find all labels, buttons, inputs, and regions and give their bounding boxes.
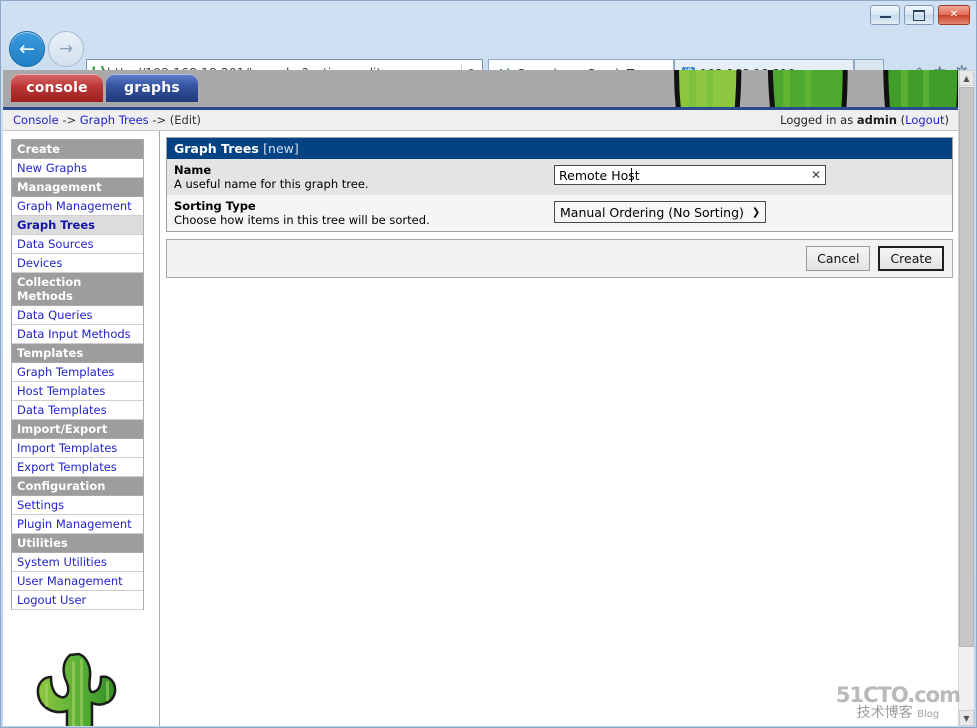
scroll-up-arrow-icon[interactable]: ▲ <box>959 70 974 86</box>
window-controls: ✕ <box>870 5 970 25</box>
sidebar-header: Utilities <box>12 534 143 553</box>
sidebar-item-graph-trees[interactable]: Graph Trees <box>12 216 143 235</box>
sidebar-item-devices[interactable]: Devices <box>12 254 143 273</box>
page-title: Graph Trees <box>174 141 259 156</box>
sorting-type-select[interactable]: Manual Ordering (No Sorting) ❯ <box>554 201 767 223</box>
sorting-type-selected-value: Manual Ordering (No Sorting) <box>560 204 744 220</box>
cacti-tab-label: graphs <box>124 80 180 96</box>
sidebar-item-graph-management[interactable]: Graph Management <box>12 197 143 216</box>
sidebar-item-data-input-methods[interactable]: Data Input Methods <box>12 325 143 344</box>
graph-trees-panel: Graph Trees [new] Name A useful name for… <box>166 137 953 232</box>
watermark-line-2: 技术博客 Blog <box>836 705 960 723</box>
login-status-prefix: Logged in as <box>780 113 854 127</box>
breadcrumb-bar: Console -> Graph Trees -> (Edit) Logged … <box>3 110 961 131</box>
back-arrow-icon: ← <box>19 37 35 60</box>
main-panel: Graph Trees [new] Name A useful name for… <box>160 131 961 726</box>
sidebar-item-settings[interactable]: Settings <box>12 496 143 515</box>
panel-title: Graph Trees [new] <box>167 138 952 159</box>
field-control-name: ✕ <box>554 163 945 185</box>
cancel-button[interactable]: Cancel <box>806 246 871 271</box>
login-status: Logged in as admin (Logout) <box>780 113 961 127</box>
close-icon: ✕ <box>949 9 959 20</box>
sidebar-header: Collection Methods <box>12 273 143 306</box>
form-row-name: Name A useful name for this graph tree. … <box>167 159 952 195</box>
forward-button[interactable]: → <box>48 31 84 67</box>
logout-link[interactable]: Logout <box>905 113 944 127</box>
text-caret <box>631 168 632 182</box>
close-button[interactable]: ✕ <box>938 5 970 25</box>
watermark-line-1: 51CTO.com <box>835 683 961 707</box>
cacti-logo <box>11 632 144 726</box>
restore-button[interactable] <box>904 5 934 25</box>
field-title: Sorting Type <box>174 199 256 213</box>
chevron-down-icon: ❯ <box>751 206 761 218</box>
sidebar-header: Import/Export <box>12 420 143 439</box>
breadcrumb: Console -> Graph Trees -> (Edit) <box>3 113 201 127</box>
breadcrumb-item-console[interactable]: Console <box>13 113 59 127</box>
scroll-down-arrow-icon[interactable]: ▼ <box>959 710 974 726</box>
back-button[interactable]: ← <box>9 31 45 67</box>
browser-window: ✕ ← → ❙) http://192.168.18.201/tree.php?… <box>0 0 977 728</box>
sidebar-item-data-queries[interactable]: Data Queries <box>12 306 143 325</box>
sidebar-item-export-templates[interactable]: Export Templates <box>12 458 143 477</box>
sidebar-header: Management <box>12 178 143 197</box>
page-scrollbar[interactable]: ▲ ▼ <box>958 70 974 726</box>
page-viewport: console graphs Console -> Graph Trees ->… <box>3 70 961 726</box>
watermark-chinese-text: 技术博客 <box>856 705 913 721</box>
breadcrumb-item-graph-trees[interactable]: Graph Trees <box>80 113 149 127</box>
field-control-sorting-type: Manual Ordering (No Sorting) ❯ <box>554 199 945 223</box>
sidebar-item-data-sources[interactable]: Data Sources <box>12 235 143 254</box>
breadcrumb-item-edit: (Edit) <box>169 113 202 127</box>
scrollbar-thumb[interactable] <box>959 87 974 647</box>
login-status-user: admin <box>856 113 897 127</box>
name-input-wrapper: ✕ <box>554 165 826 185</box>
title-bar: ✕ <box>1 1 976 26</box>
field-label-name: Name A useful name for this graph tree. <box>174 163 554 191</box>
watermark-blog-text: Blog <box>917 709 940 720</box>
field-description: Choose how items in this tree will be so… <box>174 213 430 227</box>
logout-paren-close: ) <box>944 113 950 127</box>
create-button[interactable]: Create <box>878 246 944 271</box>
sidebar-item-user-management[interactable]: User Management <box>12 572 143 591</box>
sidebar-header: Create <box>12 140 143 159</box>
page-title-state: [new] <box>263 141 299 156</box>
navigation-bar: ← → ❙) http://192.168.18.201/tree.php?ac… <box>1 26 976 87</box>
sidebar-item-data-templates[interactable]: Data Templates <box>12 401 143 420</box>
sidebar-item-logout-user[interactable]: Logout User <box>12 591 143 610</box>
sidebar-menu: Create New Graphs Management Graph Manageme… <box>11 139 144 610</box>
watermark: 51CTO.com 技术博客 Blog <box>835 683 961 723</box>
breadcrumb-separator: -> <box>152 113 167 127</box>
sidebar-item-system-utilities[interactable]: System Utilities <box>12 553 143 572</box>
form-row-sorting-type: Sorting Type Choose how items in this tr… <box>167 195 952 231</box>
minimize-icon <box>879 13 891 18</box>
field-label-sorting-type: Sorting Type Choose how items in this tr… <box>174 199 554 227</box>
cacti-tab-graphs[interactable]: graphs <box>106 74 198 102</box>
cacti-tab-label: console <box>26 80 88 96</box>
sidebar: Create New Graphs Management Graph Manageme… <box>3 131 160 726</box>
sidebar-item-plugin-management[interactable]: Plugin Management <box>12 515 143 534</box>
restore-icon <box>913 9 925 21</box>
page-content: Create New Graphs Management Graph Manageme… <box>3 131 961 726</box>
form-action-bar: Cancel Create <box>166 239 953 278</box>
clear-input-icon[interactable]: ✕ <box>811 167 821 183</box>
cactus-logo-icon <box>36 652 116 726</box>
forward-arrow-icon: → <box>58 38 74 59</box>
name-input[interactable] <box>554 165 826 185</box>
sidebar-item-host-templates[interactable]: Host Templates <box>12 382 143 401</box>
sidebar-header: Configuration <box>12 477 143 496</box>
cacti-banner: console graphs <box>3 70 961 110</box>
sidebar-item-graph-templates[interactable]: Graph Templates <box>12 363 143 382</box>
minimize-button[interactable] <box>870 5 900 25</box>
field-title: Name <box>174 163 212 177</box>
sidebar-item-import-templates[interactable]: Import Templates <box>12 439 143 458</box>
field-description: A useful name for this graph tree. <box>174 177 369 191</box>
cacti-nav-tabs: console graphs <box>11 74 198 102</box>
sidebar-item-new-graphs[interactable]: New Graphs <box>12 159 143 178</box>
cacti-tab-console[interactable]: console <box>11 74 103 102</box>
banner-cactus-graphic <box>674 70 961 107</box>
sidebar-header: Templates <box>12 344 143 363</box>
breadcrumb-separator: -> <box>62 113 77 127</box>
